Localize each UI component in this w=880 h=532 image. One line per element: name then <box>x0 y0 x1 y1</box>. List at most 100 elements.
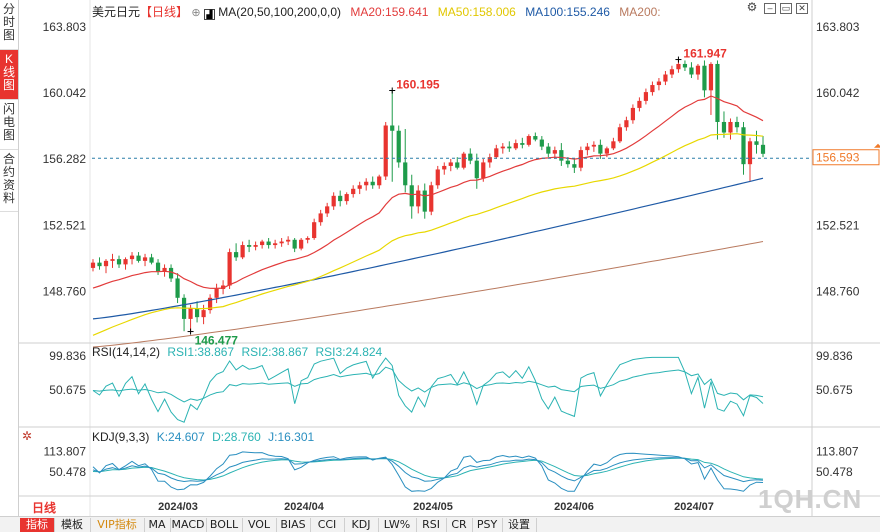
rsi-tick-right-0: 99.836 <box>816 349 853 363</box>
bottom-tab-2[interactable]: VIP指标 <box>90 518 145 532</box>
y-tick-left-4: 148.760 <box>43 284 87 298</box>
candle-70 <box>546 146 551 154</box>
rsi1-value: RSI1:38.867 <box>167 345 235 359</box>
y-tick-left-0: 163.803 <box>43 20 87 34</box>
kdj-k-value: K:24.607 <box>156 430 205 444</box>
bottom-tab-7[interactable]: BIAS <box>276 518 311 532</box>
candle-69 <box>539 139 544 147</box>
kdj-d-value: D:28.760 <box>212 430 261 444</box>
bottom-tab-12[interactable]: CR <box>446 518 473 532</box>
candle-68 <box>533 136 538 140</box>
candle-13 <box>175 278 180 298</box>
bottom-tab-6[interactable]: VOL <box>242 518 277 532</box>
candle-45 <box>383 125 388 177</box>
candle-25 <box>253 245 258 247</box>
candle-6 <box>129 255 135 260</box>
rsi-params: RSI(14,14,2) <box>92 345 161 359</box>
bottom-tab-4[interactable]: MACD <box>170 518 207 532</box>
bottom-tab-9[interactable]: KDJ <box>344 518 379 532</box>
y-tick-left-2: 156.282 <box>43 152 87 166</box>
candle-102 <box>754 141 759 145</box>
candle-32 <box>299 239 304 249</box>
bottom-tab-10[interactable]: LW% <box>378 518 417 532</box>
candle-50 <box>416 190 421 207</box>
kdj-d-line <box>92 457 764 481</box>
candle-101 <box>747 141 753 165</box>
candle-49 <box>409 185 414 207</box>
x-tick-2: 2024/05 <box>413 501 453 513</box>
candle-10 <box>155 262 161 272</box>
candle-52 <box>429 185 434 212</box>
rsi3-value: RSI3:24.824 <box>315 345 383 359</box>
bottom-tab-1[interactable]: 模板 <box>54 518 91 532</box>
candle-8 <box>142 257 148 261</box>
bottom-tab-0[interactable]: 指标 <box>20 518 55 532</box>
candle-16 <box>194 308 200 318</box>
bottom-tab-5[interactable]: BOLL <box>206 518 243 532</box>
bottom-tab-14[interactable]: 设置 <box>502 518 537 532</box>
x-tick-4: 2024/07 <box>674 501 714 513</box>
candle-55 <box>448 162 453 166</box>
candle-88 <box>663 74 668 82</box>
kdj-params: KDJ(9,3,3) <box>92 430 150 444</box>
bottom-tab-8[interactable]: CCI <box>310 518 345 532</box>
bottom-toolbar: 指标 模板 VIP指标 MA MACD BOLL VOL BIAS CCI KDJ LW% RSI CR… <box>0 516 880 532</box>
candle-74 <box>572 164 577 168</box>
bottom-tab-13[interactable]: PSY <box>472 518 503 532</box>
candle-41 <box>357 185 362 189</box>
candle-85 <box>643 92 649 101</box>
candle-48 <box>403 162 408 186</box>
chart-app: 分时图K线图闪电图合约资料 美元日元【日线】 ⊕ ▟ MA(20,50,100,… <box>0 0 880 532</box>
candle-89 <box>669 69 675 75</box>
candle-67 <box>526 136 531 145</box>
candle-92 <box>689 67 694 75</box>
rsi2-value: RSI2:38.867 <box>241 345 309 359</box>
x-tick-1: 2024/04 <box>284 501 325 513</box>
high-annotation: 161.947 <box>683 47 727 61</box>
candle-96 <box>715 63 720 122</box>
kdj-tick-right-0: 113.807 <box>816 444 859 458</box>
ma50-line <box>92 133 764 336</box>
period-selector[interactable]: 日线 <box>0 500 88 516</box>
candle-79 <box>604 148 609 154</box>
candle-93 <box>695 65 701 75</box>
candle-46 <box>390 125 395 131</box>
kdj-tick-left-1: 50.478 <box>49 465 86 479</box>
x-tick-3: 2024/06 <box>554 501 594 513</box>
candle-29 <box>279 241 284 244</box>
kdj-tick-right-1: 50.478 <box>816 465 853 479</box>
candle-84 <box>637 100 642 108</box>
rsi-tick-left-1: 50.675 <box>49 383 86 397</box>
candle-47 <box>396 130 401 163</box>
candle-23 <box>240 245 245 258</box>
candle-3 <box>110 259 115 261</box>
candle-51 <box>422 190 427 212</box>
candle-64 <box>507 146 512 149</box>
candle-43 <box>370 181 375 186</box>
candle-63 <box>500 146 505 149</box>
bottom-tab-11[interactable]: RSI <box>416 518 447 532</box>
bottom-tab-3[interactable]: MA <box>144 518 171 532</box>
crosshair-icon[interactable]: ✲ <box>22 429 32 443</box>
candle-22 <box>234 252 239 258</box>
y-tick-left-3: 152.521 <box>43 218 87 232</box>
candle-5 <box>123 259 128 265</box>
ma100-line <box>92 177 764 320</box>
candle-83 <box>630 107 636 121</box>
candle-0 <box>90 262 96 268</box>
candle-76 <box>585 146 590 151</box>
candle-7 <box>136 255 141 261</box>
candle-87 <box>656 81 662 86</box>
candle-73 <box>565 160 570 165</box>
candle-27 <box>266 241 271 246</box>
candle-77 <box>591 144 596 147</box>
candle-36 <box>325 206 330 214</box>
candle-53 <box>435 169 440 186</box>
candle-30 <box>286 239 291 242</box>
candle-82 <box>624 120 629 128</box>
kdj-j-value: J:16.301 <box>268 430 315 444</box>
candle-94 <box>702 65 707 91</box>
y-tick-right-4: 148.760 <box>816 284 860 298</box>
watermark: 1QH.CN <box>758 484 863 514</box>
candle-12 <box>168 267 174 279</box>
